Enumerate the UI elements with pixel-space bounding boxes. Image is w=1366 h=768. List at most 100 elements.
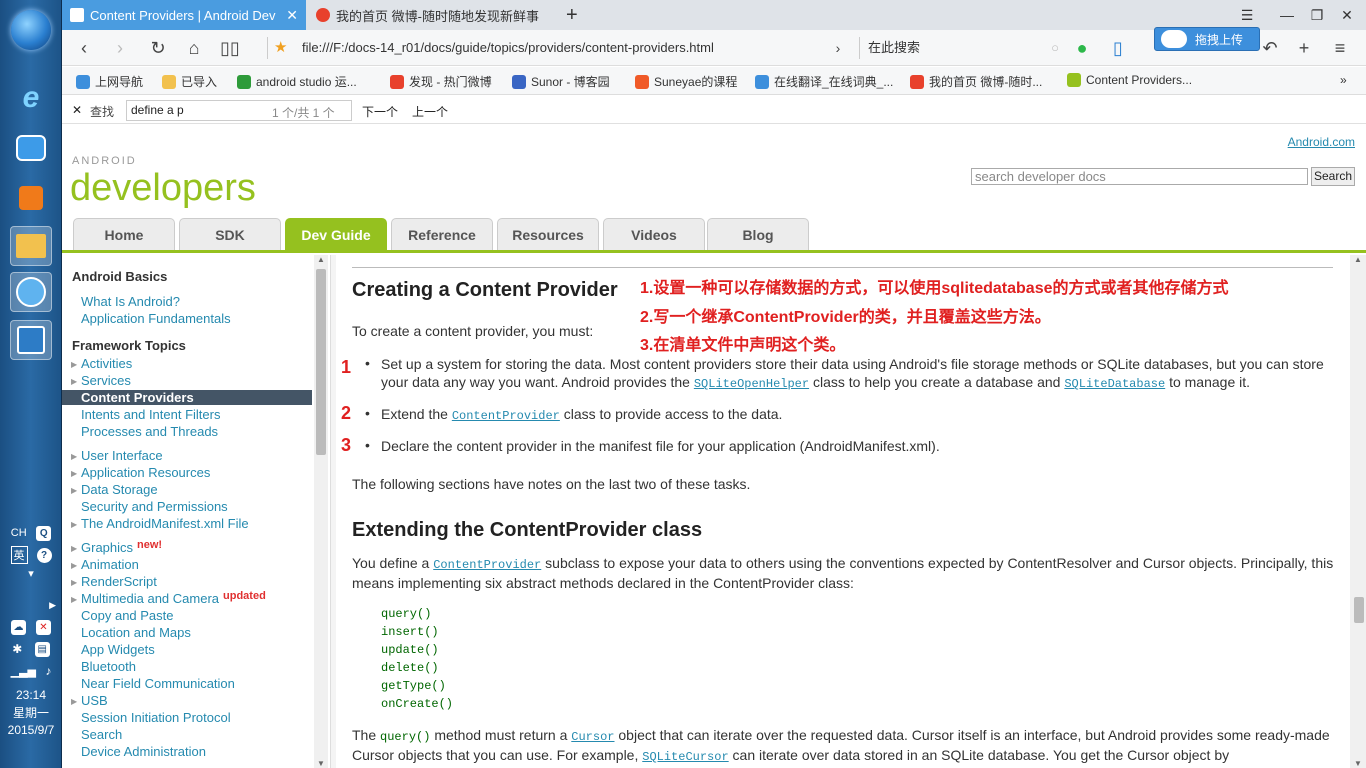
sidebar-item-app-widgets[interactable]: App Widgets (81, 642, 155, 657)
forward-icon[interactable]: › (108, 36, 132, 60)
expand-arrow-icon[interactable]: ▶ (71, 486, 77, 495)
main-scroll-thumb[interactable] (1354, 597, 1364, 623)
sidebar-item-security-and-permissions[interactable]: Security and Permissions (81, 499, 228, 514)
clock-date[interactable]: 2015/9/7 (0, 723, 62, 737)
ie-icon[interactable]: e (10, 78, 52, 118)
help-icon[interactable]: ? (36, 547, 52, 563)
expand-arrow-icon[interactable]: ▶ (71, 360, 77, 369)
expand-arrow-icon[interactable]: ▶ (71, 544, 77, 553)
bookmark-item[interactable]: 已导入 (162, 73, 217, 90)
sidebar-item-intents-and-intent-filters[interactable]: Intents and Intent Filters (81, 407, 220, 422)
sidebar-scroll-thumb[interactable] (316, 269, 326, 455)
bluetooth-icon[interactable]: ✱ (12, 642, 22, 656)
wechat-icon[interactable]: ● (1070, 36, 1094, 60)
sidebar-item-multimedia-and-camera[interactable]: Multimedia and Camera updated (81, 590, 266, 606)
bookmark-item[interactable]: 在线翻译_在线词典_... (755, 73, 893, 90)
ime-mode[interactable]: 英 (10, 546, 28, 564)
bookmark-item[interactable]: Suneyae的课程 (635, 73, 737, 90)
home-icon[interactable]: ⌂ (182, 36, 206, 60)
cloud-sync-icon[interactable]: ☁ (11, 619, 26, 635)
search-icon[interactable]: ○ (1051, 37, 1059, 59)
sidebar-item-activities[interactable]: Activities (81, 356, 132, 371)
show-more-icon[interactable]: ▶ (49, 600, 56, 611)
sqlitedatabase-link[interactable]: SQLiteDatabase (1064, 377, 1165, 391)
reload-icon[interactable]: ↻ (146, 36, 170, 60)
sidebar-item-renderscript[interactable]: RenderScript (81, 574, 157, 589)
nav-tab-reference[interactable]: Reference (391, 218, 493, 251)
phone-icon[interactable]: ▯ (1106, 36, 1130, 60)
clock-weekday[interactable]: 星期一 (0, 704, 62, 721)
browser-icon[interactable] (10, 272, 52, 312)
expand-arrow-icon[interactable]: ▶ (71, 452, 77, 461)
ime-q-icon[interactable]: Q (36, 525, 52, 541)
search-box[interactable]: 在此搜索 ○ (859, 37, 1059, 59)
reader-icon[interactable]: ▯▯ (218, 36, 242, 60)
cursor-link[interactable]: Cursor (571, 730, 614, 744)
sidebar-item-animation[interactable]: Animation (81, 557, 139, 572)
nav-tab-resources[interactable]: Resources (497, 218, 599, 251)
close-window-icon[interactable]: ✕ (1336, 4, 1358, 26)
clock-time[interactable]: 23:14 (0, 688, 62, 702)
address-bar[interactable]: file:///F:/docs-14_r01/docs/guide/topics… (267, 37, 855, 59)
media-player-icon[interactable] (10, 178, 52, 218)
bookmark-item[interactable]: 我的首页 微博-随时... (910, 73, 1042, 90)
scroll-up-icon[interactable]: ▲ (317, 255, 325, 264)
nav-tab-blog[interactable]: Blog (707, 218, 809, 251)
nav-tab-home[interactable]: Home (73, 218, 175, 251)
bookmark-item[interactable]: 发现 - 热门微博 (390, 73, 492, 90)
sqlitecursor-link[interactable]: SQLiteCursor (642, 750, 728, 764)
sidebar-item-search[interactable]: Search (81, 727, 122, 742)
expand-arrow-icon[interactable]: ▶ (71, 377, 77, 386)
sqliteopenhelper-link[interactable]: SQLiteOpenHelper (694, 377, 809, 391)
signal-icon[interactable]: ▁▃▅ (11, 665, 36, 678)
sidebar-item-bluetooth[interactable]: Bluetooth (81, 659, 136, 674)
sidebar-item-application-resources[interactable]: Application Resources (81, 465, 210, 480)
baidu-cloud-icon[interactable] (10, 128, 52, 168)
contentprovider-link[interactable]: ContentProvider (452, 409, 560, 423)
settings-menu-icon[interactable]: ≡ (1328, 36, 1352, 60)
scroll-down-icon[interactable]: ▼ (317, 759, 325, 768)
sidebar-item-graphics[interactable]: Graphics new! (81, 539, 162, 555)
nav-tab-dev-guide[interactable]: Dev Guide (285, 218, 387, 251)
volume-icon[interactable]: ♪ (45, 664, 51, 678)
sidebar-item-user-interface[interactable]: User Interface (81, 448, 163, 463)
expand-arrow-icon[interactable]: ▶ (71, 595, 77, 604)
bookmark-item[interactable]: Content Providers... (1067, 73, 1192, 87)
sidebar-item-usb[interactable]: USB (81, 693, 108, 708)
expand-arrow-icon[interactable]: ▶ (71, 520, 77, 529)
sidebar-item-copy-and-paste[interactable]: Copy and Paste (81, 608, 174, 623)
sidebar-item-what-is-android[interactable]: What Is Android? (81, 294, 180, 309)
app-icon[interactable] (10, 320, 52, 360)
bookmark-item[interactable]: Sunor - 博客园 (512, 73, 610, 90)
sidebar-item-content-providers[interactable]: Content Providers (62, 390, 312, 405)
sidebar-item-data-storage[interactable]: Data Storage (81, 482, 158, 497)
back-icon[interactable]: ‹ (72, 36, 96, 60)
find-prev-button[interactable]: 上一个 (412, 103, 448, 120)
bookmark-item[interactable]: android studio 运... (237, 73, 357, 90)
doc-search-input[interactable]: search developer docs (971, 168, 1308, 185)
sidebar-item-session-initiation-protocol[interactable]: Session Initiation Protocol (81, 710, 231, 725)
tab-content-providers[interactable]: Content Providers | Android Dev ✕ (62, 0, 306, 30)
contentprovider-link[interactable]: ContentProvider (433, 558, 541, 572)
doc-search-button[interactable]: Search (1311, 167, 1355, 186)
android-com-link[interactable]: Android.com (1288, 135, 1355, 149)
sidebar-item-location-and-maps[interactable]: Location and Maps (81, 625, 191, 640)
file-explorer-icon[interactable] (10, 226, 52, 266)
nav-tab-videos[interactable]: Videos (603, 218, 705, 251)
close-find-icon[interactable]: ✕ (72, 103, 82, 117)
sidebar-item-device-administration[interactable]: Device Administration (81, 744, 206, 759)
new-tab-button[interactable]: + (558, 0, 588, 30)
restore-icon[interactable]: ❐ (1306, 4, 1328, 26)
bookmark-item[interactable]: 上网导航 (76, 73, 143, 90)
expand-arrow-icon[interactable]: ▶ (71, 697, 77, 706)
sidebar-item-processes-and-threads[interactable]: Processes and Threads (81, 424, 218, 439)
nav-tab-sdk[interactable]: SDK (179, 218, 281, 251)
pane-splitter[interactable] (330, 255, 336, 768)
upload-widget[interactable]: 拖拽上传 (1154, 27, 1260, 51)
start-button[interactable] (11, 10, 51, 50)
sidebar-item-near-field-communication[interactable]: Near Field Communication (81, 676, 235, 691)
tray-expand-icon[interactable]: ▾ (28, 567, 34, 580)
menu-icon[interactable]: ☰ (1236, 4, 1258, 26)
clipboard-icon[interactable]: ▤ (34, 641, 50, 657)
ime-lang[interactable]: CH (11, 527, 27, 539)
